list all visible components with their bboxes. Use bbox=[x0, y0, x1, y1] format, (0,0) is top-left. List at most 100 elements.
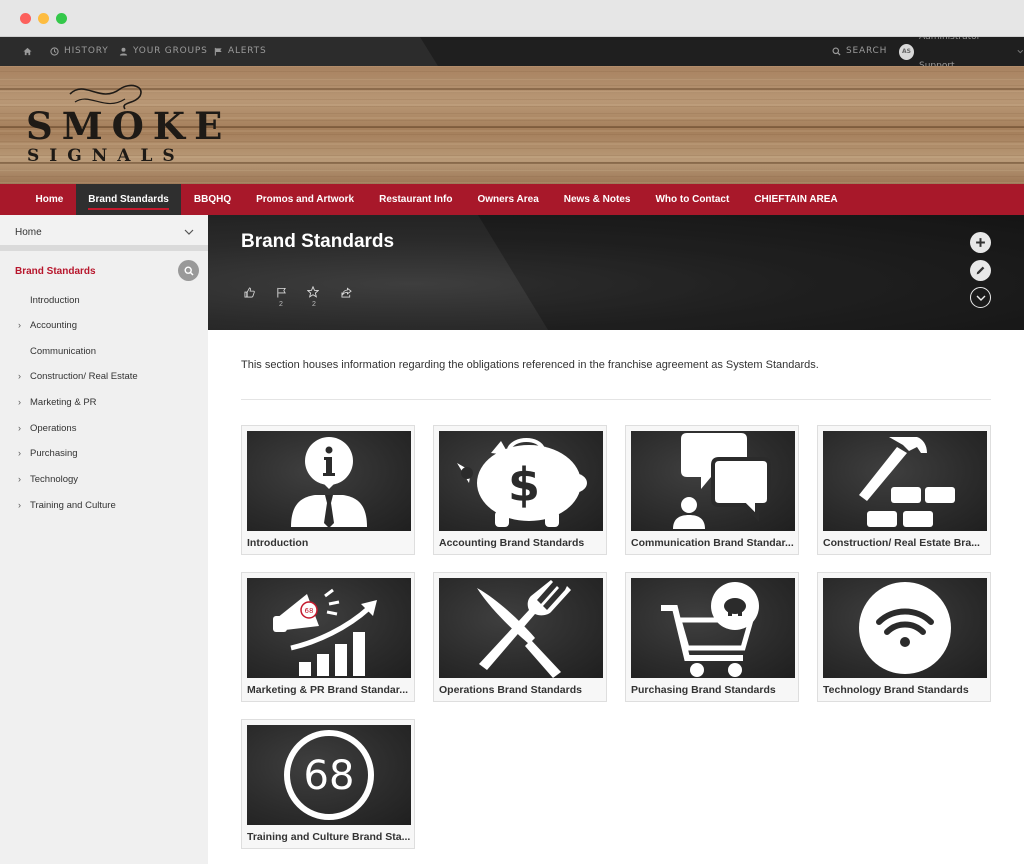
chevron-right-icon[interactable]: › bbox=[18, 371, 21, 381]
svg-text:$: $ bbox=[508, 458, 540, 512]
nav-brand-standards[interactable]: Brand Standards bbox=[75, 184, 182, 215]
card-label: Training and Culture Brand Sta... bbox=[247, 831, 411, 843]
page-title: Brand Standards bbox=[241, 231, 395, 252]
chevron-right-icon[interactable]: › bbox=[18, 500, 21, 510]
sidebar-item-technology[interactable]: › Technology bbox=[18, 474, 79, 485]
page-hero: Brand Standards 2 2 bbox=[208, 215, 1024, 330]
share-button[interactable] bbox=[339, 285, 353, 303]
card-label: Purchasing Brand Standards bbox=[631, 684, 776, 696]
chevron-right-icon[interactable]: › bbox=[18, 474, 21, 484]
flag-icon bbox=[276, 287, 286, 298]
logo-signals[interactable]: SIGNALS bbox=[27, 146, 185, 166]
search-icon bbox=[832, 47, 841, 56]
info-person-icon bbox=[291, 437, 367, 528]
sidebar-item-communication[interactable]: Communication bbox=[30, 346, 96, 357]
sidebar-item-label: Technology bbox=[30, 474, 79, 485]
home-link[interactable] bbox=[23, 37, 32, 66]
sidebar-item-label: Marketing & PR bbox=[30, 397, 97, 408]
chevron-down-icon bbox=[1017, 49, 1024, 54]
sidebar-item-label: Accounting bbox=[30, 320, 78, 331]
avatar: AS bbox=[899, 43, 914, 60]
plus-icon bbox=[976, 238, 985, 247]
logo-smoke[interactable]: SMOKE bbox=[26, 104, 231, 148]
card-construction[interactable]: Construction/ Real Estate Bra... bbox=[817, 425, 991, 555]
utility-bar: HISTORY YOUR GROUPS ALERTS SEARCH AS Adm… bbox=[0, 37, 1024, 66]
card-image: 68 bbox=[247, 725, 411, 825]
card-image bbox=[631, 578, 795, 678]
card-accounting[interactable]: $ Accounting Brand Standards bbox=[433, 425, 607, 555]
knife-fork-icon bbox=[477, 580, 571, 678]
user-menu[interactable]: AS Administrator Support bbox=[899, 37, 1024, 66]
sidebar-home-label: Home bbox=[15, 227, 42, 238]
nav-bbqhq[interactable]: BBQHQ bbox=[181, 184, 243, 215]
section-description: This section houses information regardin… bbox=[241, 359, 819, 371]
sidebar-item-training[interactable]: › Training and Culture bbox=[18, 500, 116, 511]
card-label: Introduction bbox=[247, 537, 309, 549]
nav-chieftain-area[interactable]: CHIEFTAIN AREA bbox=[742, 184, 850, 215]
more-actions-button[interactable] bbox=[970, 287, 991, 308]
sidebar-item-label: Purchasing bbox=[30, 448, 78, 459]
star-icon bbox=[306, 285, 320, 298]
shopping-cart-icon bbox=[661, 582, 759, 677]
sidebar-item-purchasing[interactable]: › Purchasing bbox=[18, 448, 78, 459]
edit-button[interactable] bbox=[970, 260, 991, 281]
thumbs-up-icon bbox=[244, 287, 255, 298]
nav-owners-area[interactable]: Owners Area bbox=[465, 184, 551, 215]
sidebar-item-label: Communication bbox=[30, 346, 96, 357]
nav-promos-and-artwork[interactable]: Promos and Artwork bbox=[244, 184, 367, 215]
user-name: Administrator Support bbox=[918, 37, 980, 66]
nav-restaurant-info[interactable]: Restaurant Info bbox=[367, 184, 465, 215]
sidebar-section-title[interactable]: Brand Standards bbox=[15, 266, 96, 277]
sidebar-home[interactable]: Home bbox=[0, 215, 208, 251]
maximize-window-button[interactable] bbox=[56, 13, 67, 24]
sidebar: Home Brand Standards Introduction › Accou… bbox=[0, 215, 208, 864]
badge-68-icon: 68 bbox=[284, 730, 374, 820]
card-purchasing[interactable]: Purchasing Brand Standards bbox=[625, 572, 799, 702]
alerts-link[interactable]: ALERTS bbox=[214, 37, 266, 66]
chevron-right-icon[interactable]: › bbox=[18, 448, 21, 458]
sidebar-item-accounting[interactable]: › Accounting bbox=[18, 320, 78, 331]
nav-who-to-contact[interactable]: Who to Contact bbox=[643, 184, 742, 215]
card-introduction[interactable]: Introduction bbox=[241, 425, 415, 555]
your-groups-link[interactable]: YOUR GROUPS bbox=[119, 37, 208, 66]
close-window-button[interactable] bbox=[20, 13, 31, 24]
add-button[interactable] bbox=[970, 232, 991, 253]
content-divider bbox=[241, 399, 991, 400]
browser-chrome bbox=[0, 0, 1024, 37]
card-marketing[interactable]: 68 Marketing & PR Brand Standar... bbox=[241, 572, 415, 702]
history-link[interactable]: HISTORY bbox=[50, 37, 109, 66]
sidebar-item-marketing[interactable]: › Marketing & PR bbox=[18, 397, 97, 408]
sidebar-search-button[interactable] bbox=[178, 260, 199, 281]
history-label: HISTORY bbox=[64, 46, 109, 56]
card-operations[interactable]: Operations Brand Standards bbox=[433, 572, 607, 702]
pencil-icon bbox=[976, 266, 985, 275]
sidebar-item-operations[interactable]: › Operations bbox=[18, 423, 76, 434]
follow-count: 2 bbox=[279, 301, 283, 308]
chevron-right-icon[interactable]: › bbox=[18, 320, 21, 330]
badge-number: 68 bbox=[304, 753, 355, 799]
chevron-down-icon[interactable] bbox=[184, 228, 194, 236]
card-label: Technology Brand Standards bbox=[823, 684, 969, 696]
share-icon bbox=[341, 287, 352, 298]
card-image bbox=[631, 431, 795, 531]
card-communication[interactable]: Communication Brand Standar... bbox=[625, 425, 799, 555]
card-image: 68 bbox=[247, 578, 411, 678]
favorite-count: 2 bbox=[312, 301, 316, 308]
minimize-window-button[interactable] bbox=[38, 13, 49, 24]
sidebar-item-label: Introduction bbox=[30, 295, 80, 306]
card-training[interactable]: 68 Training and Culture Brand Sta... bbox=[241, 719, 415, 849]
chevron-right-icon[interactable]: › bbox=[18, 397, 21, 407]
like-button[interactable] bbox=[242, 285, 256, 303]
nav-news-notes[interactable]: News & Notes bbox=[551, 184, 643, 215]
sidebar-item-introduction[interactable]: Introduction bbox=[30, 295, 80, 306]
card-label: Communication Brand Standar... bbox=[631, 537, 794, 549]
search-link[interactable]: SEARCH bbox=[832, 37, 887, 66]
search-icon bbox=[183, 265, 194, 276]
nav-home[interactable]: Home bbox=[23, 184, 76, 215]
chevron-right-icon[interactable]: › bbox=[18, 423, 21, 433]
sidebar-item-construction[interactable]: › Construction/ Real Estate bbox=[18, 371, 138, 382]
card-technology[interactable]: Technology Brand Standards bbox=[817, 572, 991, 702]
sidebar-item-label: Construction/ Real Estate bbox=[30, 371, 138, 382]
header-banner: SMOKE SIGNALS bbox=[0, 66, 1024, 184]
flag-icon bbox=[214, 47, 222, 56]
